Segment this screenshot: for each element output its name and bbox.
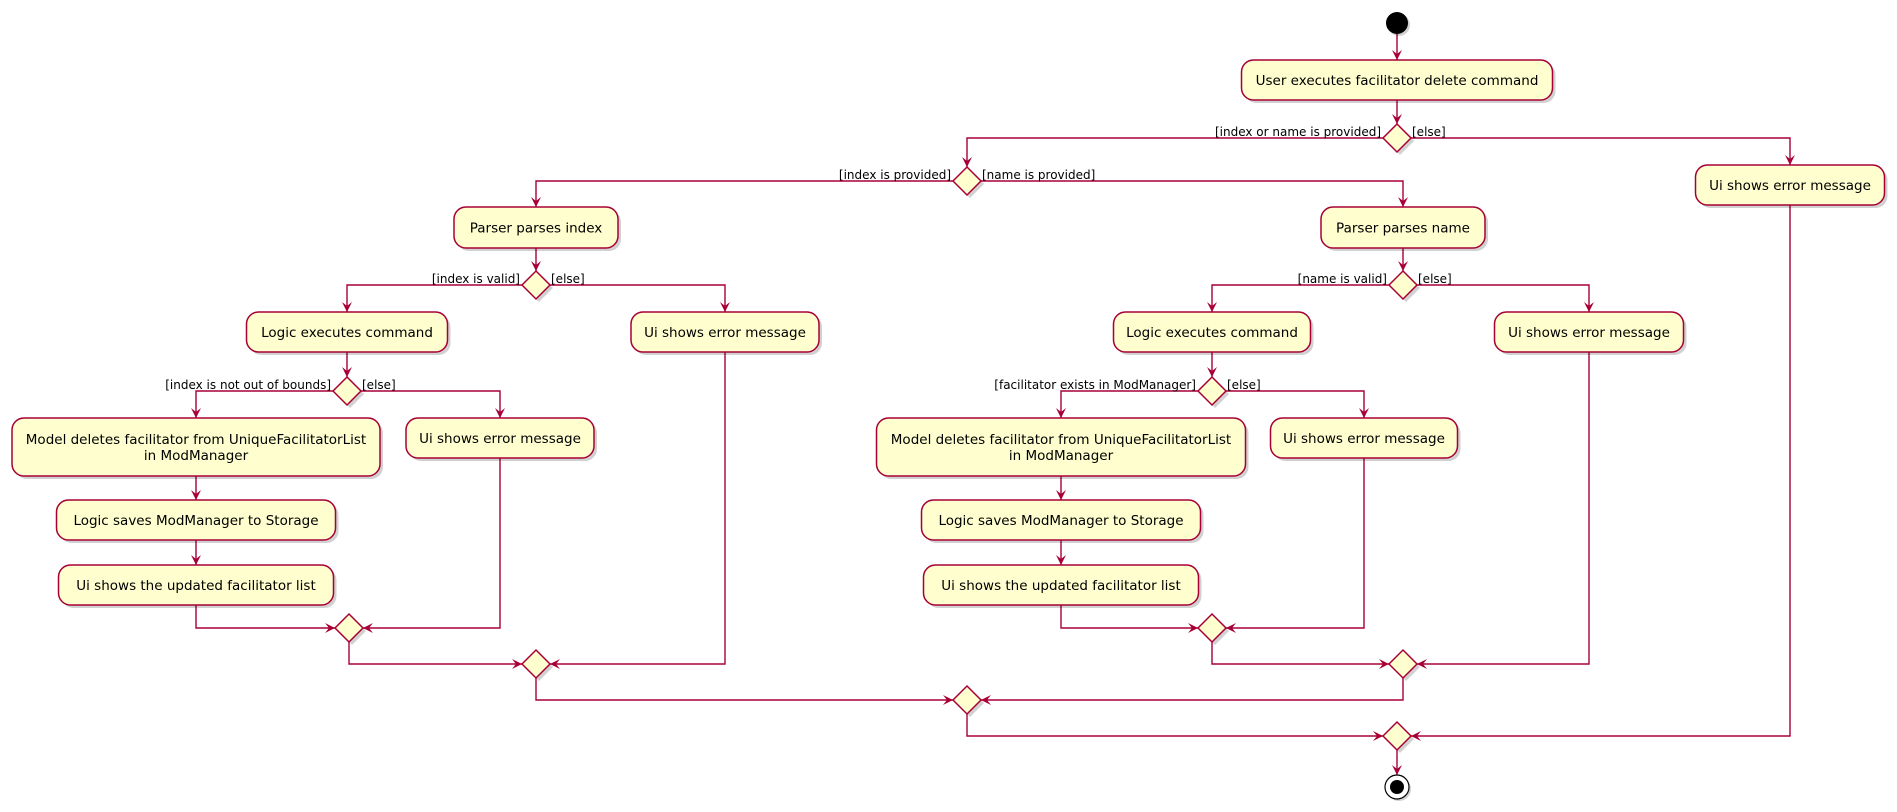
action-save-index: Logic saves ModManager to Storage [55,499,339,543]
edge-index-valid [346,284,522,312]
activity-diagram: User executes facilitator delete command… [0,0,1897,812]
merge-index-delete [333,612,366,645]
action-label: in ModManager [144,448,249,464]
action-model-delete-index: Model deletes facilitator from UniqueFac… [11,417,383,479]
decision-index-or-name [951,165,984,198]
decision-index-valid [520,269,553,302]
guard-index-provided: [index is provided] [839,168,951,182]
action-save-name: Logic saves ModManager to Storage [920,499,1204,543]
edge-missing-error-to-merge [1226,458,1365,629]
action-label: Ui shows error message [1283,431,1445,447]
action-error-name-missing: Ui shows error message [1269,417,1461,461]
action-parse-name: Parser parses name [1320,206,1488,251]
guard-index-in-bounds: [index is not out of bounds] [165,378,331,392]
action-error-top: Ui shows error message [1694,164,1888,208]
merge-name-delete [1196,612,1229,645]
action-show-list-name: Ui shows the updated facilitator list [922,564,1202,608]
action-label: Ui shows error message [1709,178,1871,194]
action-label: Ui shows error message [419,431,581,447]
action-error-name-invalid: Ui shows error message [1493,311,1687,355]
edge-index-branch-to-merge5 [535,678,953,701]
action-logic-exec-name: Logic executes command [1112,311,1314,355]
decision-facilitator-exists [1196,375,1229,408]
edge-merge5-to-final-merge [966,714,1383,737]
edge-name-invalid-error-to-merge4 [1417,352,1590,665]
merge-index-name [951,684,984,717]
edges [191,34,1795,775]
edge-to-parse-name [981,180,1404,207]
end-node [1384,774,1411,801]
edge-index-oob [361,390,501,418]
action-label: in ModManager [1009,448,1114,464]
action-label: Logic executes command [1126,325,1298,341]
action-label: Ui shows the updated facilitator list [941,578,1181,594]
action-user-executes: User executes facilitator delete command [1240,59,1556,103]
action-label: Parser parses index [470,221,603,237]
guard-index-in-bounds-else: [else] [362,378,396,392]
action-label: Ui shows error message [644,325,806,341]
edge-oob-error-to-merge [363,458,501,629]
guard-index-valid: [index is valid] [432,272,520,286]
edge-merge3-to-merge4 [1211,642,1389,665]
edge-provided-to-decision2 [966,137,1383,167]
decision-name-valid [1387,269,1420,302]
edge-facilitator-missing [1226,390,1365,418]
merge-index-branch [520,648,553,681]
merge-final [1381,720,1414,753]
action-label: Logic executes command [261,325,433,341]
guard-facilitator-exists-else: [else] [1227,378,1261,392]
action-label: Model deletes facilitator from UniqueFac… [26,432,366,448]
guard-facilitator-exists: [facilitator exists in ModManager] [994,378,1196,392]
guard-name-valid-else: [else] [1418,272,1452,286]
edge-name-invalid [1417,284,1590,312]
edge-show-name-to-merge [1060,605,1198,629]
action-error-index-invalid: Ui shows error message [630,311,822,355]
guard-name-valid: [name is valid] [1298,272,1387,286]
edge-name-valid [1211,284,1389,312]
guard-index-valid-else: [else] [551,272,585,286]
action-label: Model deletes facilitator from UniqueFac… [891,432,1231,448]
guard-provided-else: [else] [1412,125,1446,139]
action-label: User executes facilitator delete command [1256,73,1539,89]
action-error-index-oob: Ui shows error message [405,417,597,461]
decision-index-in-bounds [331,375,364,408]
action-label: Ui shows error message [1508,325,1670,341]
action-label: Logic saves ModManager to Storage [938,513,1183,529]
diagram-canvas: User executes facilitator delete command… [11,12,1888,801]
guard-name-provided: [name is provided] [982,168,1095,182]
start-node [1386,12,1410,36]
edge-show-index-to-merge [195,605,335,629]
action-parse-index: Parser parses index [453,206,621,251]
edge-else-to-error-top [1411,137,1791,165]
action-label: Logic saves ModManager to Storage [73,513,318,529]
nodes: User executes facilitator delete command… [11,12,1888,801]
start-circle [1386,12,1408,34]
action-label: Ui shows the updated facilitator list [76,578,316,594]
edge-facilitator-exists [1060,390,1198,418]
edge-merge1-to-merge2 [348,642,522,665]
action-show-list-index: Ui shows the updated facilitator list [57,564,337,608]
edge-invalid-error-to-merge2 [550,352,726,665]
action-model-delete-name: Model deletes facilitator from UniqueFac… [875,417,1249,479]
edge-name-branch-to-merge5 [981,678,1404,701]
edge-index-in-bounds [195,390,333,418]
edge-to-parse-index [535,180,953,207]
decision-provided [1381,122,1414,155]
edge-index-invalid [550,284,726,312]
action-label: Parser parses name [1336,221,1470,237]
action-logic-exec-index: Logic executes command [245,311,451,355]
merge-name-branch [1387,648,1420,681]
guard-provided-yes: [index or name is provided] [1215,125,1381,139]
end-dot [1390,780,1404,794]
